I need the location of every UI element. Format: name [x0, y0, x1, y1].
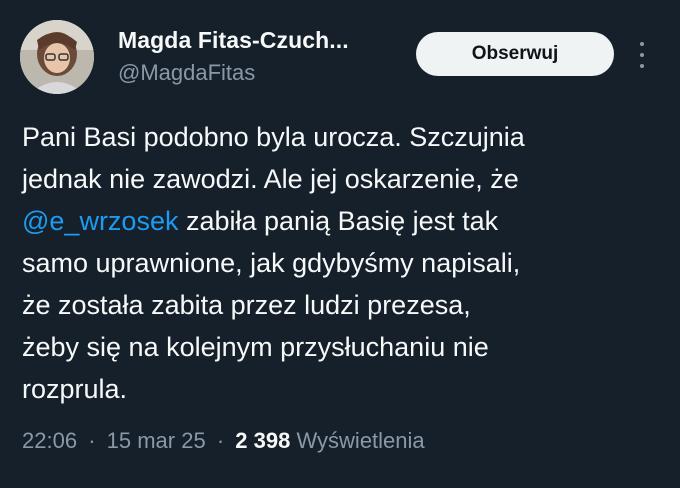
tweet-card: Magda Fitas-Czuch... @MagdaFitas Obserwu… [0, 0, 680, 488]
tweet-line: Pani Basi podobno byla urocza. Szczujnia [22, 122, 525, 152]
avatar[interactable] [20, 20, 94, 94]
tweet-line: samo uprawnione, jak gdybyśmy napisali, [22, 248, 521, 278]
tweet-line: że została zabita przez ludzi prezesa, [22, 290, 471, 320]
tweet-line: żeby się na kolejnym przysłuchaniu nie [22, 332, 489, 362]
author-display-name[interactable]: Magda Fitas-Czuch... [118, 27, 349, 54]
tweet-text: Pani Basi podobno byla urocza. Szczujnia… [22, 116, 662, 410]
mention-link[interactable]: @e_wrzosek [22, 206, 178, 236]
meta-separator: · [88, 428, 96, 453]
author-block: Magda Fitas-Czuch... @MagdaFitas [118, 27, 349, 86]
meta-separator: · [216, 428, 225, 453]
tweet-date[interactable]: 15 mar 25 [107, 428, 206, 453]
more-dot [640, 42, 644, 46]
author-handle[interactable]: @MagdaFitas [118, 60, 349, 86]
tweet-meta: 22:06 · 15 mar 25 · 2 398 Wyświetlenia [22, 428, 425, 454]
more-dot [640, 53, 644, 57]
tweet-line: rozprula. [22, 374, 128, 404]
tweet-line: @e_wrzosek zabiła panią Basię jest tak [22, 200, 662, 242]
views-label[interactable]: Wyświetlenia [296, 428, 424, 453]
follow-button[interactable]: Obserwuj [416, 32, 614, 76]
more-vertical-icon[interactable] [630, 38, 654, 72]
more-dot [640, 64, 644, 68]
avatar-image [20, 20, 94, 94]
views-count[interactable]: 2 398 [235, 428, 290, 453]
tweet-line: jednak nie zawodzi. Ale jej oskarzenie, … [22, 164, 519, 194]
tweet-line-text: zabiła panią Basię jest tak [178, 206, 499, 236]
tweet-time[interactable]: 22:06 [22, 428, 77, 453]
